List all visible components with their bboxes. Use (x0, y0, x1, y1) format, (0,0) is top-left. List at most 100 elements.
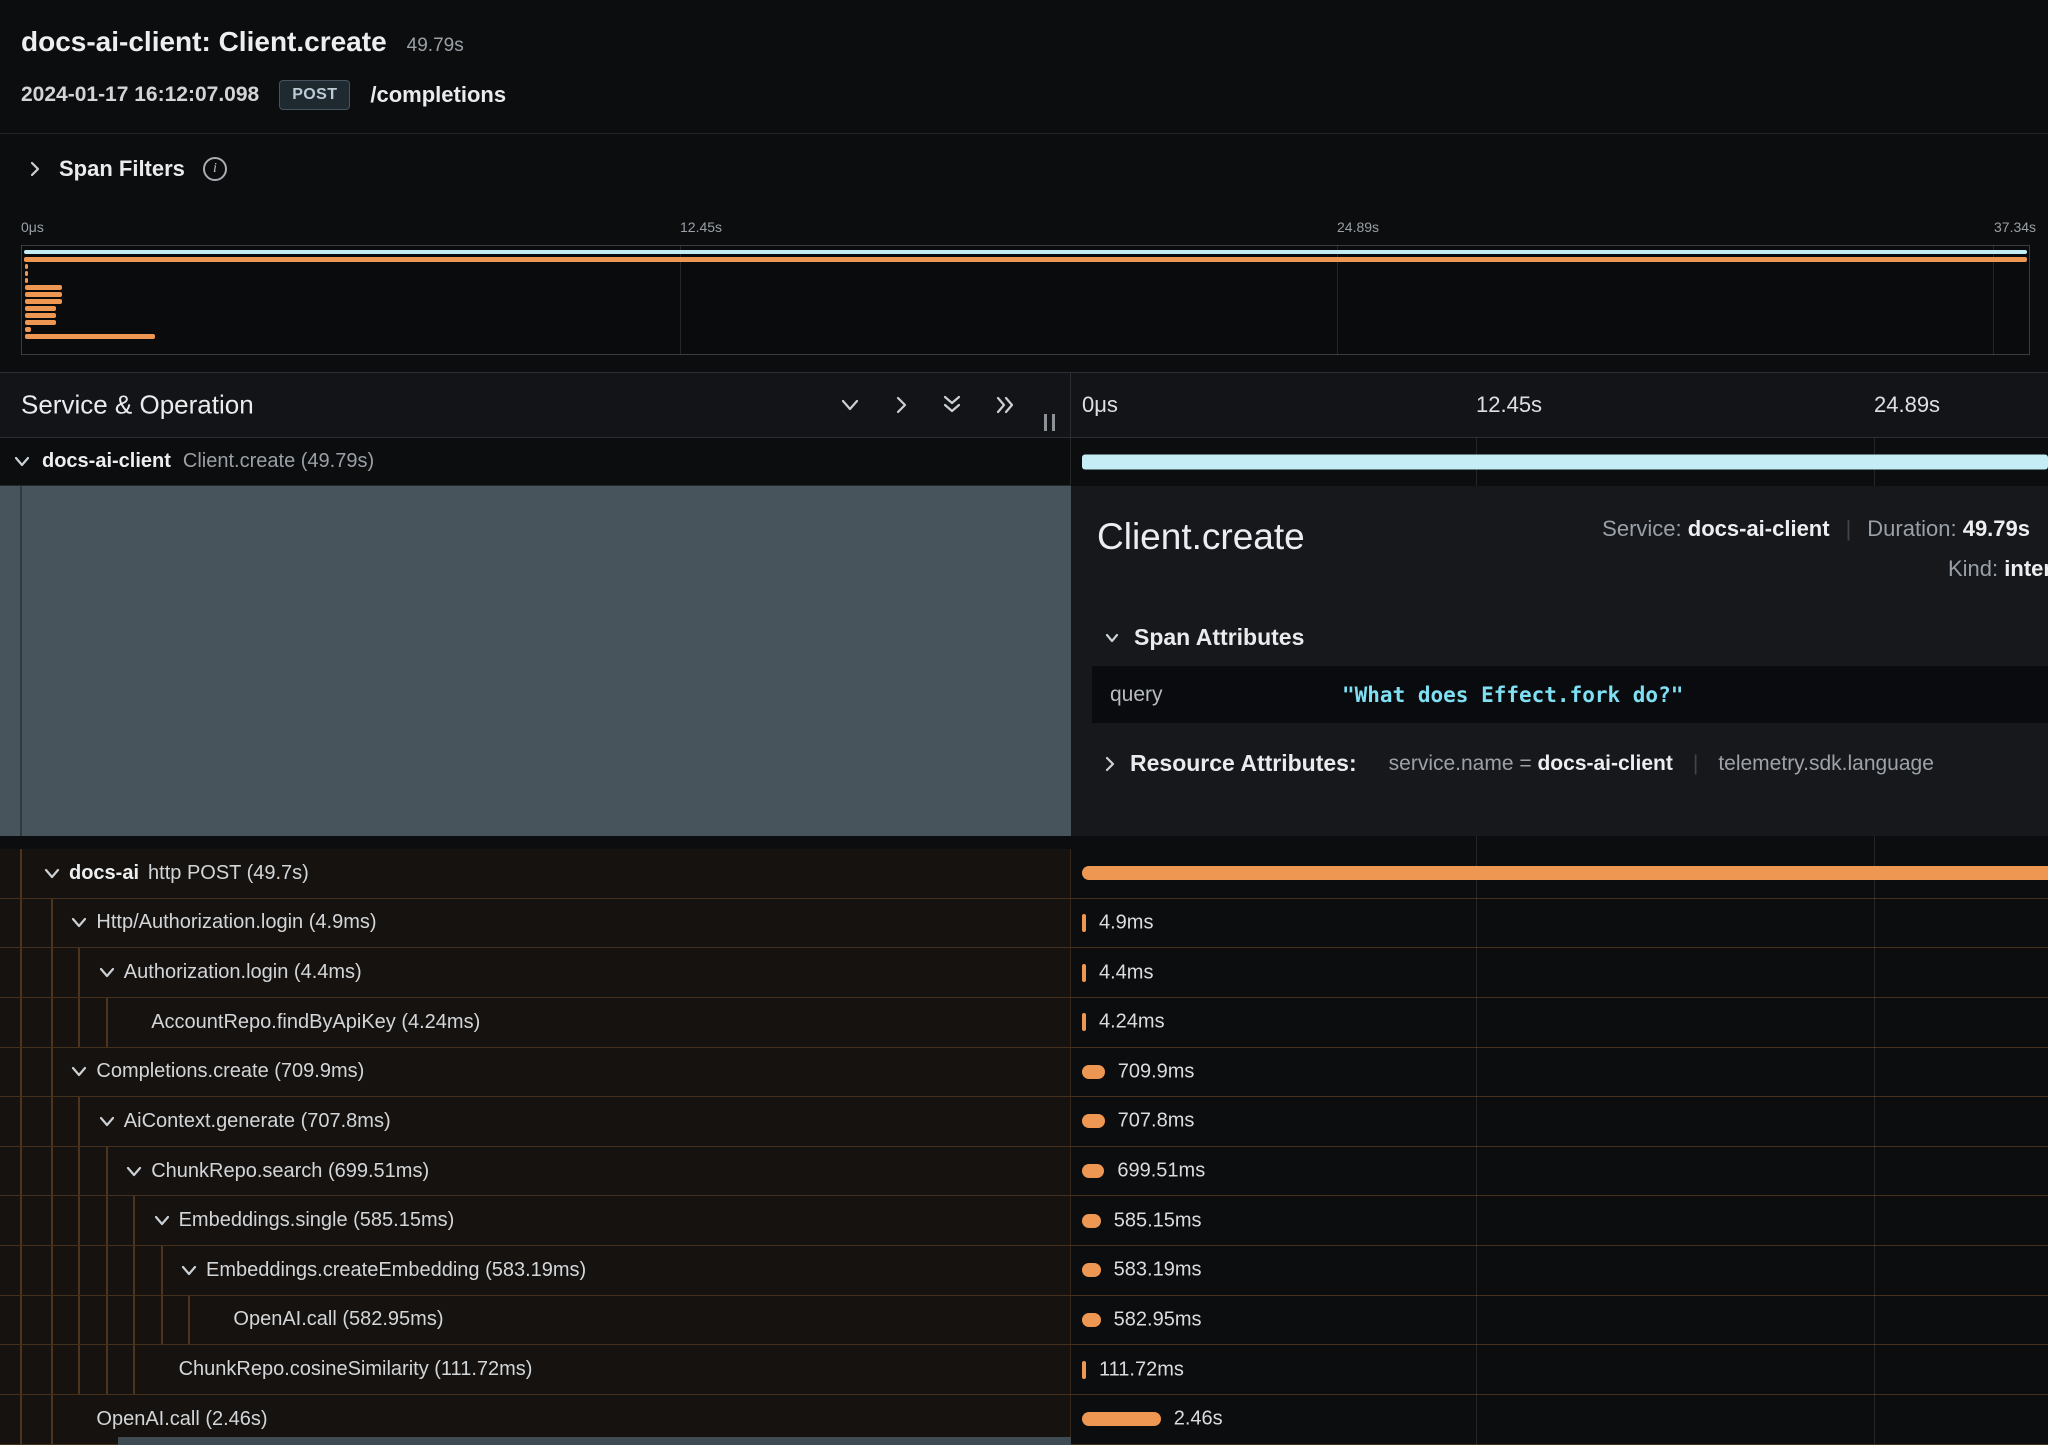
span-row[interactable]: OpenAI.call (582.95ms) 582.95ms (0, 1296, 2048, 1346)
minimap-span-bar (25, 320, 56, 325)
span-row[interactable]: Http/Authorization.login (4.9ms) 4.9ms (0, 899, 2048, 949)
span-row-timeline[interactable]: 709.9ms (1071, 1048, 2048, 1097)
expand-chevron-icon[interactable] (181, 1265, 197, 1276)
resource-attributes-toggle[interactable]: Resource Attributes: (1130, 750, 1357, 777)
span-bar[interactable] (1082, 455, 2048, 470)
span-bar[interactable] (1082, 1214, 1101, 1228)
span-row[interactable]: ChunkRepo.cosineSimilarity (111.72ms) 11… (0, 1345, 2048, 1395)
span-bar[interactable] (1082, 1013, 1086, 1031)
span-duration-label: 583.19ms (1114, 1259, 1202, 1282)
span-row[interactable]: AccountRepo.findByApiKey (4.24ms) 4.24ms (0, 998, 2048, 1048)
span-row-label[interactable]: docs-ai-client Client.create (49.79s) (0, 438, 1071, 486)
indent-guide (78, 1196, 80, 1245)
expand-chevron-icon[interactable] (126, 1166, 142, 1177)
collapse-one-button[interactable] (894, 395, 908, 415)
span-row-label[interactable]: Completions.create (709.9ms) (0, 1048, 1071, 1097)
minimap-tick: 24.89s (1337, 219, 1379, 235)
span-row[interactable]: Authorization.login (4.4ms) 4.4ms (0, 948, 2048, 998)
span-row-label[interactable]: Embeddings.createEmbedding (583.19ms) (0, 1246, 1071, 1295)
indent-guide (78, 1246, 80, 1295)
span-attributes-toggle[interactable]: Span Attributes (1105, 624, 1304, 651)
span-row-timeline[interactable]: 4.4ms (1071, 948, 2048, 997)
span-row-label[interactable]: Authorization.login (4.4ms) (0, 948, 1071, 997)
resource-attribute-pair: service.name = docs-ai-client (1389, 752, 1673, 776)
expand-chevron-icon[interactable] (99, 967, 115, 978)
expand-one-button[interactable] (840, 398, 860, 412)
span-bar[interactable] (1082, 1065, 1105, 1079)
indent-guide (51, 1147, 53, 1196)
span-row-timeline[interactable]: 707.8ms (1071, 1097, 2048, 1146)
span-bar[interactable] (1082, 1263, 1101, 1277)
indent-guide (106, 1147, 108, 1196)
collapse-all-button[interactable] (996, 395, 1016, 415)
info-icon[interactable]: i (203, 157, 227, 181)
expand-chevron-icon[interactable] (71, 1066, 87, 1077)
span-row-timeline[interactable]: 2.46s (1071, 1395, 2048, 1444)
indent-guide (161, 1246, 163, 1295)
minimap-span-bar (25, 334, 155, 339)
indent-guide (20, 1296, 22, 1345)
span-row[interactable]: Embeddings.single (585.15ms) 585.15ms (0, 1196, 2048, 1246)
expand-chevron-icon[interactable] (14, 456, 30, 467)
span-row-timeline[interactable] (1071, 849, 2048, 898)
chevron-right-icon[interactable] (1105, 756, 1115, 772)
span-duration-label: 111.72ms (1099, 1358, 1184, 1381)
span-bar[interactable] (1082, 1361, 1086, 1379)
span-row-label[interactable]: Http/Authorization.login (4.9ms) (0, 899, 1071, 948)
column-header: Service & Operation 0μs 12.45s 24.89s (0, 372, 2048, 438)
span-row[interactable]: ChunkRepo.search (699.51ms) 699.51ms (0, 1147, 2048, 1197)
span-row-label[interactable]: OpenAI.call (582.95ms) (0, 1296, 1071, 1345)
span-row-timeline[interactable]: 585.15ms (1071, 1196, 2048, 1245)
span-row-timeline[interactable]: 583.19ms (1071, 1246, 2048, 1295)
panel-resize-handle[interactable] (1044, 414, 1055, 431)
kind-value: internal (2004, 556, 2048, 581)
expand-chevron-icon[interactable] (44, 868, 60, 879)
span-row-label[interactable]: AiContext.generate (707.8ms) (0, 1097, 1071, 1146)
indent-guide (51, 1196, 53, 1245)
span-filters-toggle[interactable]: Span Filters (59, 156, 185, 182)
page-title: docs-ai-client: Client.create (21, 26, 387, 58)
span-row-label[interactable]: AccountRepo.findByApiKey (4.24ms) (0, 998, 1071, 1047)
span-bar[interactable] (1082, 1313, 1101, 1327)
indent-guide (188, 1296, 190, 1345)
span-row-timeline[interactable]: 582.95ms (1071, 1296, 2048, 1345)
span-row-root[interactable]: docs-ai-client Client.create (49.79s) (0, 438, 2048, 486)
span-row-timeline[interactable]: 4.24ms (1071, 998, 2048, 1047)
indent-guide (51, 998, 53, 1047)
minimap-tick: 12.45s (680, 219, 722, 235)
span-bar[interactable] (1082, 1114, 1105, 1128)
span-row[interactable]: Completions.create (709.9ms) 709.9ms (0, 1048, 2048, 1098)
span-row[interactable]: docs-ai http POST (49.7s) (0, 849, 2048, 899)
span-duration-label: 4.4ms (1099, 961, 1153, 984)
expand-chevron-icon[interactable] (71, 917, 87, 928)
span-bar[interactable] (1082, 866, 2048, 880)
timeline-tick: 24.89s (1874, 392, 1940, 418)
span-attributes-label: Span Attributes (1134, 624, 1304, 651)
span-row-timeline[interactable]: 111.72ms (1071, 1345, 2048, 1394)
span-row-timeline[interactable]: 4.9ms (1071, 899, 2048, 948)
timeline-minimap[interactable] (21, 245, 2030, 355)
span-row-label[interactable]: ChunkRepo.cosineSimilarity (111.72ms) (0, 1345, 1071, 1394)
expand-all-button[interactable] (942, 395, 962, 415)
span-bar[interactable] (1082, 964, 1086, 982)
span-row-label[interactable]: Embeddings.single (585.15ms) (0, 1196, 1071, 1245)
span-row-label[interactable]: ChunkRepo.search (699.51ms) (0, 1147, 1071, 1196)
indent-guide (78, 948, 80, 997)
span-row[interactable]: AiContext.generate (707.8ms) 707.8ms (0, 1097, 2048, 1147)
expand-chevron-icon[interactable] (99, 1116, 115, 1127)
span-row[interactable]: Embeddings.createEmbedding (583.19ms) 58… (0, 1246, 2048, 1296)
indent-guide (133, 1196, 135, 1245)
chevron-right-icon[interactable] (29, 160, 41, 178)
selected-span-highlight[interactable] (0, 486, 1071, 836)
span-bar[interactable] (1082, 1164, 1104, 1178)
span-row-timeline[interactable]: 699.51ms (1071, 1147, 2048, 1196)
indent-guide (20, 1048, 22, 1097)
timeline-tick: 12.45s (1476, 392, 1542, 418)
expand-chevron-icon[interactable] (154, 1215, 170, 1226)
span-bar[interactable] (1082, 914, 1086, 932)
operation-name: AccountRepo.findByApiKey (4.24ms) (151, 1011, 480, 1034)
timeline-tick: 0μs (1082, 392, 1118, 418)
span-bar[interactable] (1082, 1412, 1161, 1426)
operation-name: Http/Authorization.login (4.9ms) (96, 911, 376, 934)
span-row-label[interactable]: docs-ai http POST (49.7s) (0, 849, 1071, 898)
